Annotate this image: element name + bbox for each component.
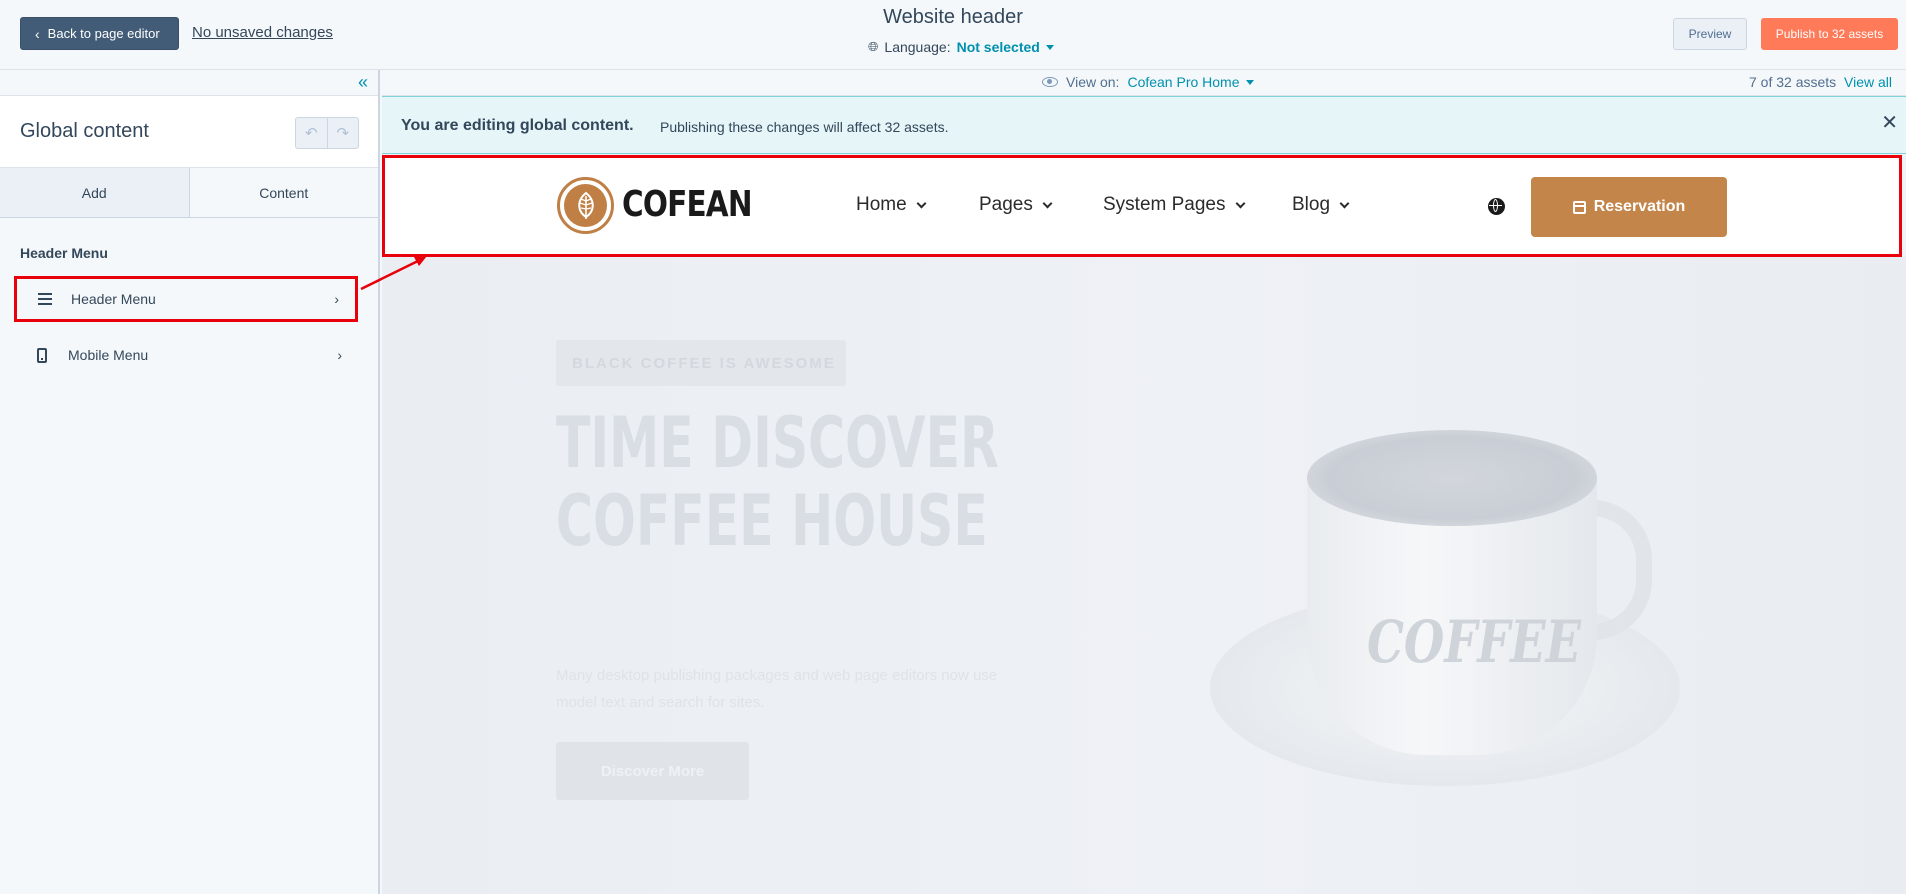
view-on-selector[interactable]: View on: Cofean Pro Home: [1042, 74, 1254, 90]
hero-title-line: TIME DISCOVER: [556, 402, 999, 484]
nav-item-system-pages[interactable]: System Pages: [1103, 194, 1245, 216]
language-dropdown[interactable]: Not selected: [957, 39, 1054, 55]
nav-item-label: Blog: [1292, 194, 1331, 215]
hero-description: Many desktop publishing packages and web…: [556, 667, 998, 711]
hero-title: TIME DISCOVER COFFEE HOUSE: [556, 404, 999, 560]
sidebar-header: Global content ↶ ↷: [0, 96, 378, 168]
view-on-dropdown[interactable]: Cofean Pro Home: [1127, 74, 1254, 90]
view-on-value: Cofean Pro Home: [1127, 74, 1240, 90]
tab-add[interactable]: Add: [0, 168, 190, 217]
sidebar-item-mobile-menu[interactable]: Mobile Menu ›: [14, 332, 358, 378]
back-button-label: Back to page editor: [47, 26, 160, 41]
reservation-label: Reservation: [1593, 198, 1686, 215]
discover-more-button: Discover More: [556, 742, 749, 800]
back-to-page-editor-button[interactable]: ‹ Back to page editor: [20, 17, 179, 50]
nav-item-label: Pages: [979, 194, 1033, 215]
eye-icon: [1042, 77, 1058, 87]
banner-heading: You are editing global content.: [401, 117, 634, 134]
coffee-logo-icon: [557, 177, 614, 234]
tab-content[interactable]: Content: [189, 168, 378, 217]
page-preview: View on: Cofean Pro Home 7 of 32 assets …: [382, 70, 1906, 894]
globe-icon: 🌐︎: [868, 39, 879, 54]
reservation-button[interactable]: Reservation: [1531, 177, 1727, 237]
global-content-banner: You are editing global content. Publishi…: [382, 96, 1906, 154]
nav-item-label: System Pages: [1103, 194, 1226, 215]
editor-topbar: ‹ Back to page editor No unsaved changes…: [0, 0, 1906, 70]
section-label: Header Menu: [20, 245, 108, 261]
language-label: Language:: [884, 39, 951, 55]
preview-button[interactable]: Preview: [1673, 18, 1747, 50]
mobile-phone-icon: [32, 347, 52, 363]
chevron-down-icon: [916, 198, 927, 208]
chevron-down-icon: [1339, 198, 1350, 208]
sidebar-item-header-menu[interactable]: Header Menu ›: [14, 276, 358, 322]
banner-text: Publishing these changes will affect 32 …: [660, 119, 949, 135]
coffee-cup-label: COFFEE: [1367, 608, 1581, 676]
hamburger-menu-icon: [35, 293, 55, 305]
nav-item-label: Home: [856, 194, 907, 215]
sidebar-collapse-row: «: [0, 70, 378, 96]
chevron-down-icon: [1235, 198, 1245, 208]
language-selector[interactable]: 🌐︎ Language: Not selected: [868, 39, 1054, 55]
unsaved-changes-link[interactable]: No unsaved changes: [192, 24, 333, 41]
close-icon[interactable]: ✕: [1881, 113, 1898, 133]
latte-leaf-icon: [577, 191, 594, 219]
chevron-down-icon: [1042, 198, 1053, 208]
sidebar-item-label: Mobile Menu: [68, 347, 149, 363]
hero-title-line: COFFEE HOUSE: [556, 480, 988, 562]
website-header-module[interactable]: COFEAN Home Pages System Pages Blog Rese…: [382, 155, 1902, 257]
nav-item-blog[interactable]: Blog: [1292, 194, 1350, 216]
publish-button[interactable]: Publish to 32 assets: [1761, 18, 1898, 50]
globe-icon[interactable]: [1488, 198, 1505, 215]
caret-down-icon: [1045, 44, 1054, 50]
view-on-bar: View on: Cofean Pro Home 7 of 32 assets …: [382, 70, 1906, 96]
redo-icon[interactable]: ↷: [326, 118, 359, 148]
undo-redo-group: ↶ ↷: [295, 117, 359, 149]
chevron-right-icon: ›: [337, 347, 342, 363]
coffee-surface-image: [1307, 430, 1597, 526]
calendar-icon: [1572, 200, 1586, 214]
site-logo-text[interactable]: COFEAN: [622, 184, 753, 225]
nav-item-home[interactable]: Home: [856, 194, 927, 216]
view-on-label: View on:: [1066, 74, 1120, 90]
sidebar-tabs: Add Content: [0, 168, 378, 218]
hero-tag: BLACK COFFEE IS AWESOME: [556, 340, 846, 386]
nav-item-pages[interactable]: Pages: [979, 194, 1053, 216]
double-chevron-left-icon[interactable]: «: [358, 72, 368, 92]
global-content-sidebar: « Global content ↶ ↷ Add Content Header …: [0, 70, 380, 894]
view-all-link[interactable]: View all: [1844, 74, 1892, 90]
sidebar-title: Global content: [20, 120, 149, 142]
caret-down-icon: [1245, 79, 1254, 85]
chevron-left-icon: ‹: [35, 25, 40, 42]
chevron-right-icon: ›: [334, 291, 339, 307]
language-value: Not selected: [956, 39, 1040, 55]
assets-count: 7 of 32 assets: [1749, 74, 1837, 90]
undo-icon[interactable]: ↶: [296, 118, 327, 148]
sidebar-item-label: Header Menu: [71, 291, 156, 307]
